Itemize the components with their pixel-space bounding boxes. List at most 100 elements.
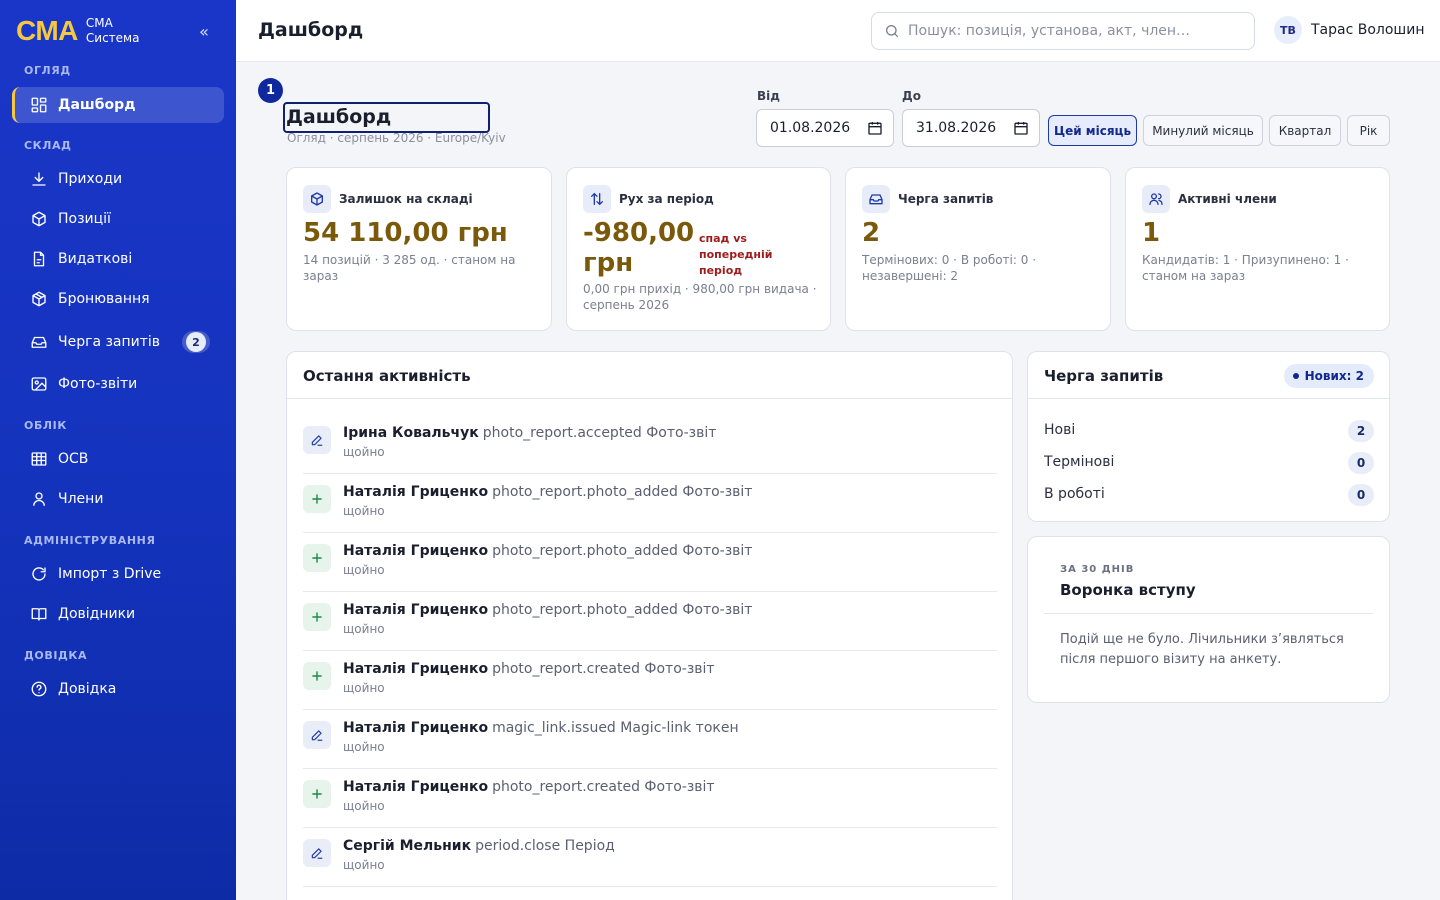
queue-row-new[interactable]: Нові 2 [1044,420,1374,442]
from-date-input[interactable]: 01.08.2026 [756,109,894,147]
from-date-value: 01.08.2026 [770,120,851,136]
calendar-icon [868,122,882,135]
sidebar-item-request-queue[interactable]: Черга запитів 2 [12,324,224,360]
sidebar-item-label: ОСВ [58,451,89,467]
user-menu[interactable]: ТВ Тарас Волошин [1274,16,1425,44]
queue-count: 2 [186,332,206,352]
sidebar-item-label: Позиції [58,211,111,227]
sidebar-item-osv[interactable]: ОСВ [12,441,224,477]
activity-event: period.close Період [475,838,615,854]
activity-event: photo_report.created Фото-звіт [492,661,715,677]
preset-this-month-button[interactable]: Цей місяць [1048,115,1137,146]
activity-item[interactable]: Наталія Гриценко photo_report.photo_added… [303,533,997,592]
sidebar-item-positions[interactable]: Позиції [12,201,224,237]
kpi-card-members: Активні члени 1 Кандидатів: 1 · Призупин… [1125,167,1390,331]
activity-time: щойно [343,563,385,577]
search-box[interactable] [871,12,1255,50]
sidebar-item-label: Дашборд [58,97,136,113]
search-input[interactable] [908,23,1228,39]
kpi-title: Рух за період [619,192,714,206]
kpi-title: Активні члени [1178,192,1277,206]
brand-logo: СМА [16,15,78,46]
edit-icon [303,839,331,867]
nav-section-warehouse: Склад [24,139,72,152]
funnel-caption-text: за 30 днів [1060,564,1135,575]
kpi-note: 0,00 грн прихід · 980,00 грн видача · се… [583,282,817,312]
activity-item[interactable]: Ірина Ковальчук photo_report.accepted Фот… [303,415,997,474]
activity-event: photo_report.photo_added Фото-звіт [492,602,753,618]
activity-item[interactable]: Наталія Гриценко photo_report.photo_added… [303,592,997,651]
brand[interactable]: СМА СМА Система [16,16,139,46]
activity-item[interactable]: Наталія Гриценко magic_link.issued Magic-… [303,710,997,769]
queue-row-count: 2 [1348,420,1374,442]
activity-item[interactable]: Сергій Мельник period.close Період щойно [303,828,997,887]
activity-time: щойно [343,681,385,695]
preset-last-month-button[interactable]: Минулий місяць [1143,115,1263,146]
queue-row-urgent[interactable]: Термінові 0 [1044,452,1374,474]
preset-year-button[interactable]: Рік [1347,115,1390,146]
plus-icon [303,603,331,631]
kpi-card-movement: Рух за період -980,00 грн спад vs поперед… [566,167,831,331]
user-name: Тарас Волошин [1311,22,1425,38]
sidebar-item-photo-reports[interactable]: Фото-звіти [12,366,224,402]
book-icon [31,608,47,621]
activity-item[interactable]: Наталія Гриценко photo_report.created Фот… [303,651,997,710]
user-icon [33,492,45,506]
activity-line: Наталія Гриценко magic_link.issued Magic-… [343,720,739,736]
activity-user: Наталія Гриценко [343,661,489,677]
activity-item[interactable]: Наталія Гриценко photo_report.photo_added… [303,474,997,533]
queue-row-label: В роботі [1044,486,1105,502]
kpi-card-queue: Черга запитів 2 Термінових: 0 · В роботі… [845,167,1111,331]
funnel-panel: за 30 днів Воронка вступу Подій ще не бу… [1027,536,1390,703]
to-date-input[interactable]: 31.08.2026 [902,109,1040,147]
kpi-header: Залишок на складі [303,185,473,213]
activity-line: Ірина Ковальчук photo_report.accepted Фот… [343,425,716,441]
kpi-title: Залишок на складі [339,192,473,206]
sidebar-item-dashboard[interactable]: Дашборд [12,87,224,123]
search-icon [886,25,898,37]
table-icon [31,452,47,466]
avatar: ТВ [1274,16,1302,44]
activity-time: щойно [343,799,385,813]
brand-line1: СМА [85,16,113,30]
queue-row-in-progress[interactable]: В роботі 0 [1044,484,1374,506]
sidebar-item-reservations[interactable]: Бронювання [12,281,224,317]
activity-event: photo_report.accepted Фото-звіт [482,425,717,441]
sidebar-item-incoming[interactable]: Приходи [12,161,224,197]
step-marker: 1 [258,78,283,103]
edit-icon [303,426,331,454]
topbar-title: Дашборд [258,19,364,41]
to-date-label: До [902,89,921,103]
new-requests-badge: Нових: 2 [1283,364,1374,388]
sidebar-item-drive-import[interactable]: Імпорт з Drive [12,556,224,592]
sidebar-item-members[interactable]: Члени [12,481,224,517]
activity-line: Сергій Мельник period.close Період [343,838,615,854]
queue-row-count: 0 [1348,452,1374,474]
page-title: Дашборд [283,102,490,133]
activity-item[interactable]: Наталія Гриценко photo_report.created Фот… [303,769,997,828]
kpi-value: 54 110,00 грн [303,218,508,248]
preset-quarter-button[interactable]: Квартал [1269,115,1341,146]
divider [1028,398,1389,399]
activity-user: Наталія Гриценко [343,602,489,618]
collapse-sidebar-button[interactable]: « [196,22,212,42]
sidebar-item-directories[interactable]: Довідники [12,596,224,632]
activity-user: Ірина Ковальчук [343,425,479,441]
sidebar-item-expenses[interactable]: Видаткові [12,241,224,277]
activity-line: Наталія Гриценко photo_report.photo_added… [343,543,752,559]
inbox-icon [31,336,47,348]
sidebar-item-help[interactable]: Довідка [12,671,224,707]
new-requests-text: Нових: 2 [1304,369,1364,383]
queue-count-badge: 2 [182,331,210,353]
activity-line: Наталія Гриценко photo_report.photo_added… [343,484,752,500]
kpi-trend-alert: спад vs попередній період [699,232,773,277]
sidebar-item-label: Приходи [58,171,123,187]
activity-line: Наталія Гриценко photo_report.created Фот… [343,779,715,795]
kpi-value-line2: грн [583,248,634,278]
help-icon [31,681,47,697]
sidebar: СМА СМА Система « Огляд Дашборд Склад Пр… [0,0,236,900]
activity-time: щойно [343,858,385,872]
kpi-header: Активні члени [1142,185,1277,213]
topbar: Дашборд ТВ Тарас Волошин [236,0,1440,62]
queue-panel: Черга запитів Нових: 2 Нові 2 Термінові 0 … [1027,351,1390,522]
